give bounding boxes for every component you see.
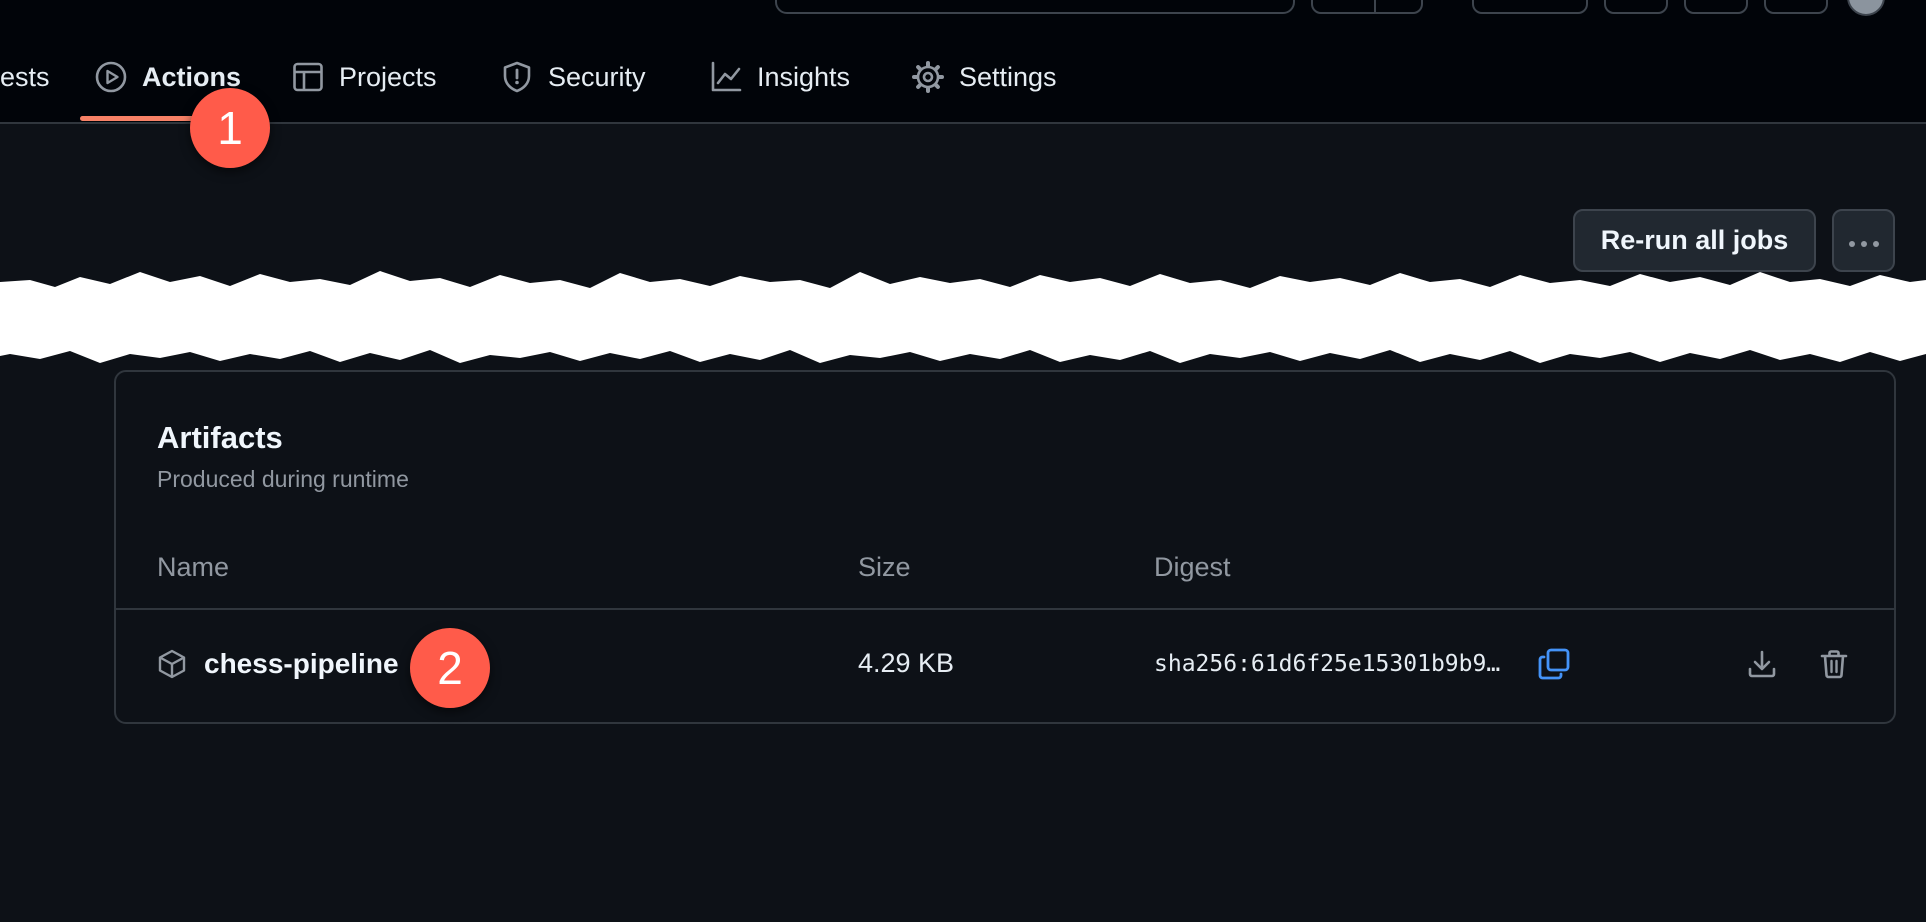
column-header-name: Name (157, 552, 230, 582)
artifacts-panel: Artifacts Produced during runtime Name S… (114, 370, 1896, 724)
gear-icon (911, 60, 945, 94)
trash-icon[interactable] (1814, 644, 1854, 684)
artifact-size: 4.29 KB (858, 648, 955, 678)
package-icon (156, 648, 188, 680)
search-box[interactable] (775, 0, 1295, 14)
shield-icon (500, 60, 534, 94)
header-control-b[interactable] (1604, 0, 1668, 14)
tab-label: Settings (959, 61, 1057, 92)
table-divider (116, 608, 1894, 610)
copy-icon[interactable] (1534, 644, 1574, 684)
column-header-size: Size (858, 552, 911, 582)
tab-pull-requests[interactable]: ests (0, 50, 50, 104)
tab-label: Projects (339, 61, 437, 92)
column-header-digest: Digest (1154, 552, 1231, 582)
header-control-a[interactable] (1472, 0, 1588, 14)
tab-security[interactable]: Security (500, 50, 646, 104)
graph-icon (709, 60, 743, 94)
watch-button-group[interactable] (1311, 0, 1423, 14)
artifact-digest: sha256:61d6f25e15301b9b9… (1154, 651, 1501, 677)
tab-label: Security (548, 61, 646, 92)
artifact-name-link[interactable]: chess-pipeline (204, 648, 399, 680)
header-control-c[interactable] (1684, 0, 1748, 14)
table-icon (291, 60, 325, 94)
tab-label: ests (0, 61, 50, 92)
kebab-horizontal-icon (1847, 225, 1881, 256)
download-icon[interactable] (1742, 644, 1782, 684)
repo-header: ests Actions Projects Security Insights … (0, 0, 1926, 124)
annotation-badge-1: 1 (190, 88, 270, 168)
tab-settings[interactable]: Settings (911, 50, 1057, 104)
play-icon (94, 60, 128, 94)
torn-edge-divider (0, 271, 1926, 363)
header-control-d[interactable] (1764, 0, 1828, 14)
annotation-badge-2: 2 (410, 628, 490, 708)
artifacts-title: Artifacts (157, 420, 283, 455)
avatar[interactable] (1847, 0, 1885, 16)
tab-label: Insights (757, 61, 851, 92)
tab-projects[interactable]: Projects (291, 50, 437, 104)
artifacts-subtitle: Produced during runtime (157, 466, 409, 492)
tab-insights[interactable]: Insights (709, 50, 850, 104)
